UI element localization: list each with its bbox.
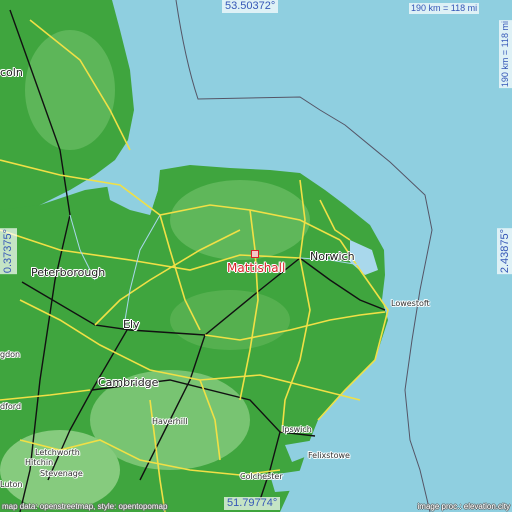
map-view[interactable]: coln Peterborough Ely Cambridge Norwich … — [0, 0, 512, 512]
place-label-lincoln: coln — [0, 66, 23, 79]
place-label-luton: Luton — [0, 480, 23, 489]
coord-right: 2.43875° — [497, 228, 512, 275]
place-label-ely: Ely — [123, 318, 140, 331]
place-label-cambridge: Cambridge — [98, 376, 159, 389]
scale-horizontal: 190 km = 118 mi — [409, 3, 480, 14]
attribution-map-data: map data: openstreetmap, style: opentopo… — [2, 502, 168, 511]
location-marker[interactable] — [251, 250, 259, 258]
place-label-stevenage: Stevenage — [40, 469, 83, 478]
place-label-haverhill: Haverhill — [152, 417, 188, 426]
coord-left: 0.37375° — [0, 228, 17, 275]
scale-vertical: 190 km = 118 mi — [499, 20, 512, 89]
place-label-norwich: Norwich — [310, 250, 355, 263]
place-label-hitchin: Hitchin — [25, 458, 54, 467]
coord-top: 53.50372° — [222, 0, 279, 13]
place-label-ipswich: Ipswich — [282, 425, 312, 434]
focus-location-label: Mattishall — [227, 261, 286, 275]
place-label-huntingdon: gdon — [0, 350, 21, 359]
relief-patch — [170, 290, 290, 350]
place-label-letchworth: Letchworth — [35, 448, 80, 457]
coord-bottom: 51.79774° — [224, 497, 281, 510]
place-label-peterborough: Peterborough — [31, 266, 106, 279]
place-label-felixstowe: Felixstowe — [308, 451, 350, 460]
relief-patch — [170, 180, 310, 260]
attribution-image-proc: image proc.: elevation.city — [417, 502, 511, 511]
place-label-colchester: Colchester — [240, 472, 283, 481]
place-label-lowestoft: Lowestoft — [391, 299, 430, 308]
place-label-bedford: dford — [0, 402, 22, 411]
